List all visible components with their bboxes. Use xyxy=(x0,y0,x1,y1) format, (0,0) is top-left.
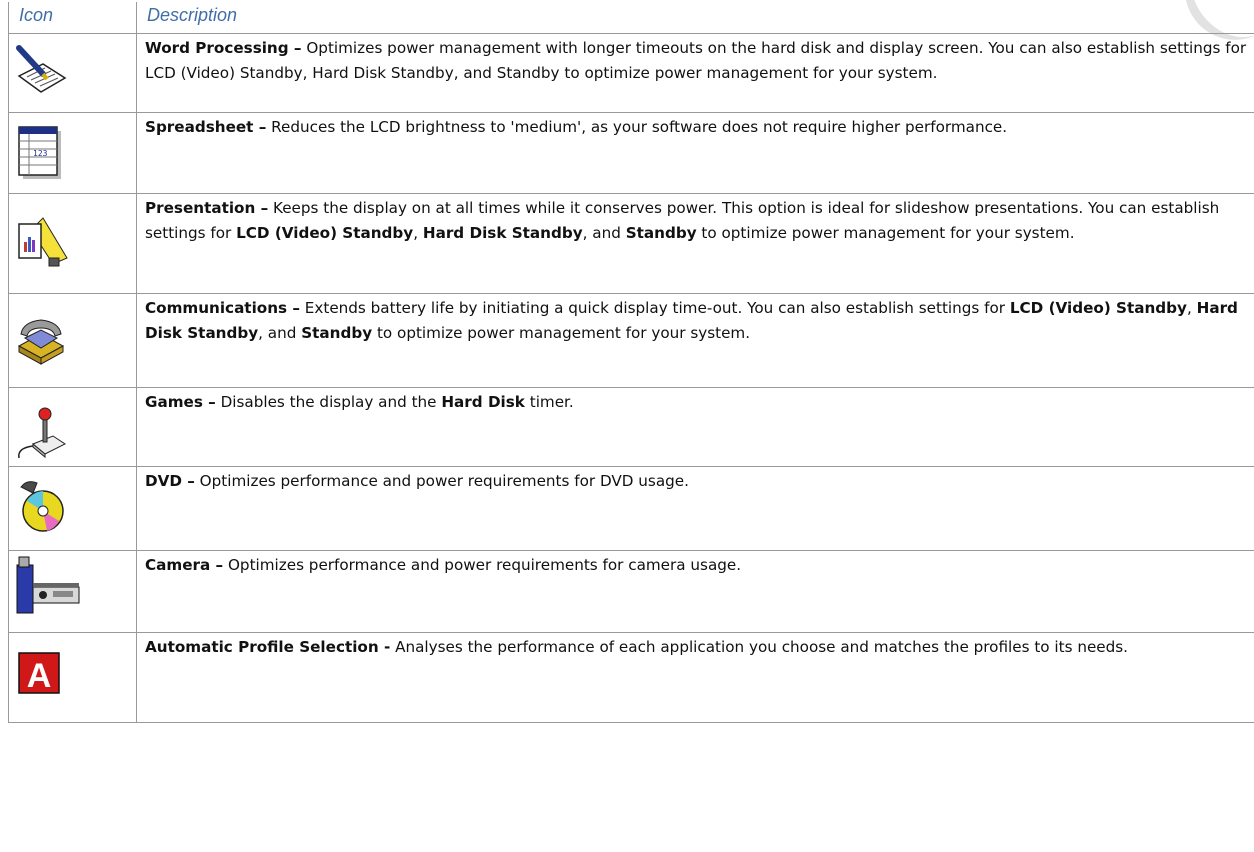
separator-text: , xyxy=(1186,299,1197,317)
separator-text: , xyxy=(413,224,423,242)
description-cell: Games – Disables the display and the Har… xyxy=(136,387,1254,467)
icon-cell: 123 xyxy=(8,112,137,194)
bold-term: Hard Disk Standby xyxy=(422,224,583,242)
description-cell: Word Processing – Optimizes power manage… xyxy=(136,33,1254,113)
description-column-header: Description xyxy=(136,2,1254,34)
table-row: A Automatic Profile Selection - Analyses… xyxy=(8,632,1254,723)
table-row: 123 Spreadsheet – Reduces the LCD bright… xyxy=(8,112,1254,194)
profile-description: Disables the display and the xyxy=(215,393,442,411)
separator-text: , and xyxy=(258,324,302,342)
description-cell: Communications – Extends battery life by… xyxy=(136,293,1254,388)
separator-text: , and xyxy=(582,224,626,242)
icon-cell xyxy=(8,466,137,551)
description-cell: Spreadsheet – Reduces the LCD brightness… xyxy=(136,112,1254,194)
communications-icon xyxy=(17,319,65,365)
icon-cell: A xyxy=(8,632,137,723)
icon-cell xyxy=(8,293,137,388)
profile-description: Extends battery life by initiating a qui… xyxy=(299,299,1010,317)
bold-term: Standby xyxy=(625,224,697,242)
table-row: DVD – Optimizes performance and power re… xyxy=(8,466,1254,551)
spreadsheet-icon: 123 xyxy=(18,126,61,179)
profile-title: Presentation – xyxy=(145,199,269,217)
description-cell: Automatic Profile Selection - Analyses t… xyxy=(136,632,1254,723)
profile-title: Games – xyxy=(145,393,216,411)
profile-description: Optimizes performance and power requirem… xyxy=(223,556,742,574)
profile-title: Spreadsheet – xyxy=(145,118,267,136)
profile-description-end: to optimize power management for your sy… xyxy=(696,224,1075,242)
profile-title: Word Processing – xyxy=(145,39,302,57)
description-cell: Camera – Optimizes performance and power… xyxy=(136,550,1254,633)
profile-title: Automatic Profile Selection - xyxy=(145,638,391,656)
table-row: Communications – Extends battery life by… xyxy=(8,293,1254,388)
svg-text:123: 123 xyxy=(33,149,48,158)
description-cell: DVD – Optimizes performance and power re… xyxy=(136,466,1254,551)
icon-cell xyxy=(8,550,137,633)
camera-icon xyxy=(16,556,80,614)
profile-description-end: timer. xyxy=(524,393,574,411)
dvd-icon xyxy=(20,481,64,532)
icon-cell xyxy=(8,33,137,113)
profile-title: Communications – xyxy=(145,299,300,317)
table-header-row: Icon Description xyxy=(8,2,1254,34)
icon-column-header: Icon xyxy=(8,2,137,34)
table-row: Camera – Optimizes performance and power… xyxy=(8,550,1254,633)
presentation-icon xyxy=(18,217,68,267)
automatic-profile-icon-letter: A xyxy=(27,657,52,695)
automatic-profile-icon: A xyxy=(18,652,60,695)
table-row: Presentation – Keeps the display on at a… xyxy=(8,193,1254,294)
games-icon xyxy=(18,407,66,459)
word-processing-icon xyxy=(16,45,67,93)
bold-term: Hard Disk xyxy=(441,393,525,411)
icon-cell xyxy=(8,193,137,294)
profile-description: Optimizes power management with longer t… xyxy=(145,39,1247,82)
profile-title: DVD – xyxy=(145,472,195,490)
profile-description-end: to optimize power management for your sy… xyxy=(372,324,751,342)
bold-term: LCD (Video) Standby xyxy=(1009,299,1187,317)
icon-cell xyxy=(8,387,137,467)
description-cell: Presentation – Keeps the display on at a… xyxy=(136,193,1254,294)
profile-description: Optimizes performance and power requirem… xyxy=(194,472,689,490)
table-row: Word Processing – Optimizes power manage… xyxy=(8,33,1254,113)
profile-description: Analyses the performance of each applica… xyxy=(390,638,1129,656)
bold-term: Standby xyxy=(301,324,373,342)
profile-description: Reduces the LCD brightness to 'medium', … xyxy=(266,118,1008,136)
profile-title: Camera – xyxy=(145,556,224,574)
table-row: Games – Disables the display and the Har… xyxy=(8,387,1254,467)
bold-term: LCD (Video) Standby xyxy=(236,224,414,242)
power-profiles-table: Icon Description Word Processing – Optim… xyxy=(8,2,1254,723)
